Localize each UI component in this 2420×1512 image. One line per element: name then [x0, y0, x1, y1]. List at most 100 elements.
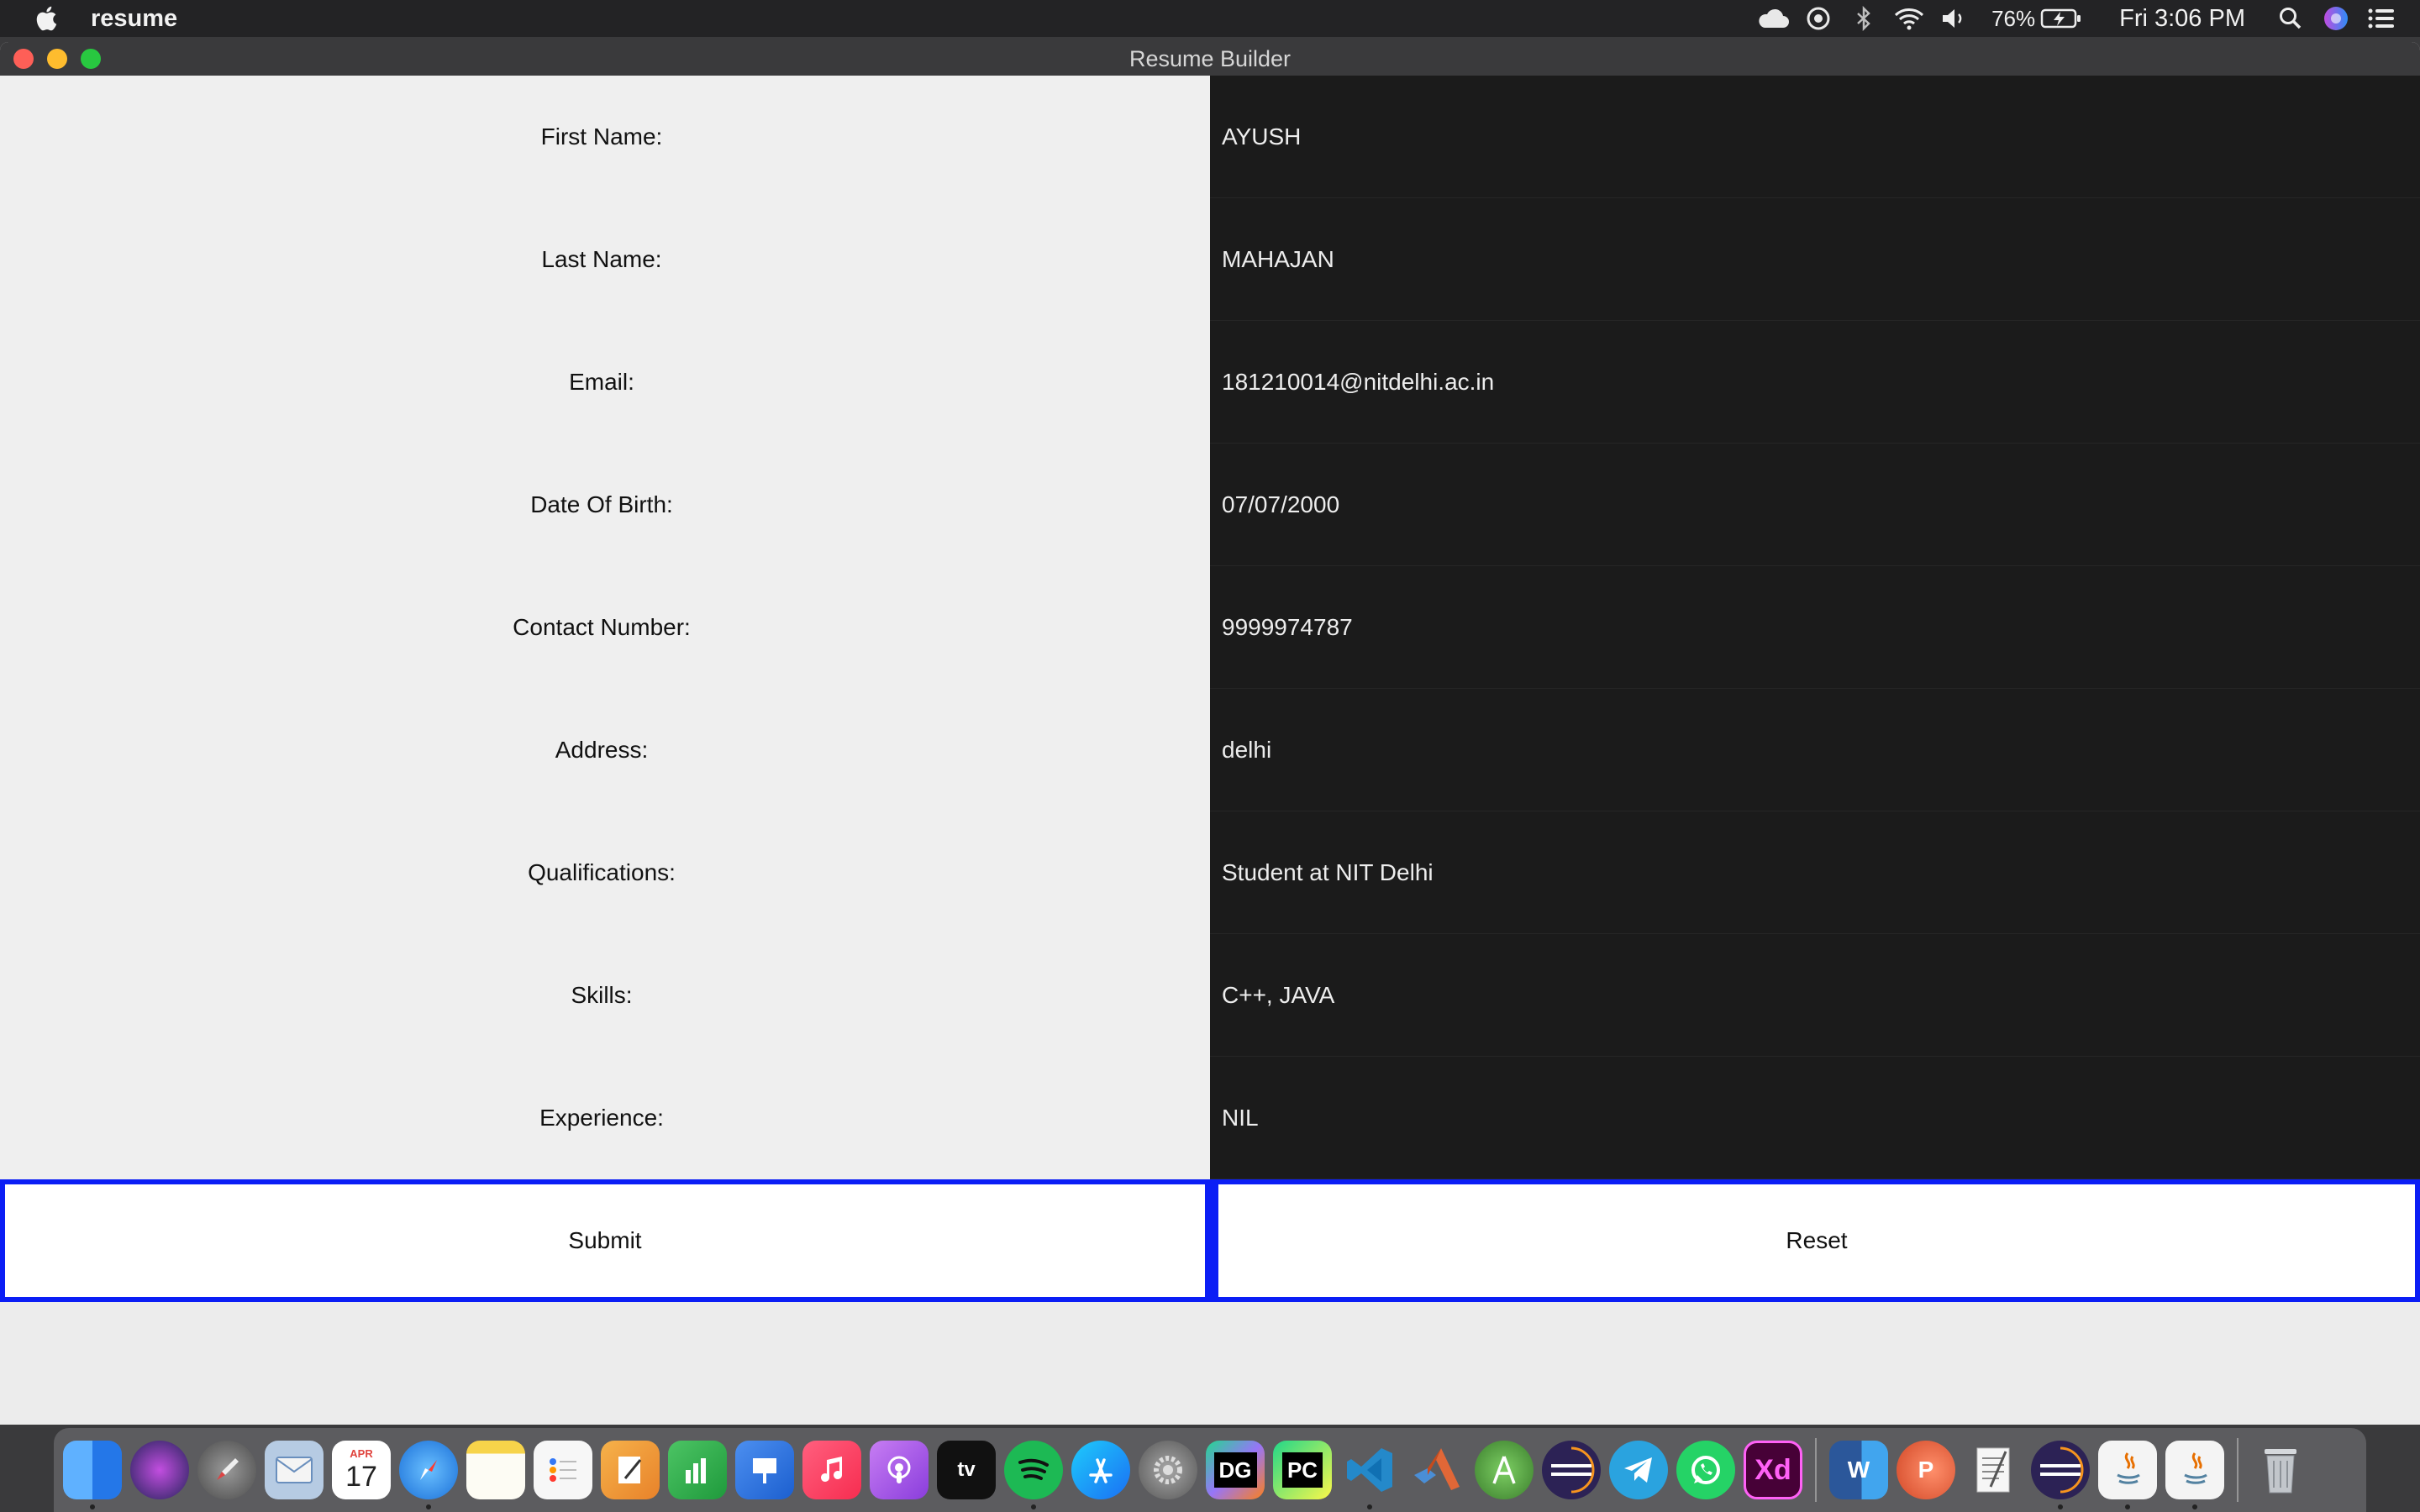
sync-icon[interactable] [1802, 6, 1835, 31]
apple-tv-label: tv [957, 1458, 976, 1481]
menu-clock[interactable]: Fri 3:06 PM [2119, 5, 2245, 33]
launchpad-icon[interactable] [197, 1441, 256, 1499]
apple-tv-icon[interactable]: tv [937, 1441, 996, 1499]
active-app-name[interactable]: resume [91, 5, 177, 33]
submit-button[interactable]: Submit [0, 1179, 1210, 1302]
last-name-field[interactable]: MAHAJAN [1210, 198, 2420, 321]
menu-bar: resume 76% Fri 3:06 PM [0, 0, 2420, 37]
email-field[interactable]: 181210014@nitdelhi.ac.in [1210, 321, 2420, 444]
form-row-experience: Experience: NIL [0, 1057, 2420, 1179]
mail-icon[interactable] [265, 1441, 324, 1499]
finder-icon[interactable] [63, 1441, 122, 1509]
contact-number-field[interactable]: 9999974787 [1210, 566, 2420, 689]
address-label: Address: [555, 737, 649, 763]
whatsapp-icon[interactable] [1676, 1441, 1735, 1499]
minimize-window-button[interactable] [47, 49, 67, 69]
pycharm-icon[interactable]: PC [1273, 1441, 1332, 1499]
close-window-button[interactable] [13, 49, 34, 69]
battery-charging-icon[interactable] [2040, 6, 2082, 31]
datagrip-icon[interactable]: DG [1206, 1441, 1265, 1499]
eclipse-icon-2[interactable] [2031, 1441, 2090, 1509]
cloud-icon[interactable] [1756, 6, 1790, 31]
music-icon[interactable] [802, 1441, 861, 1499]
skills-field[interactable]: C++, JAVA [1210, 934, 2420, 1057]
datagrip-label: DG [1213, 1452, 1257, 1488]
window-title: Resume Builder [1128, 45, 1292, 71]
powerpoint-label: P [1918, 1457, 1934, 1483]
qualifications-field[interactable]: Student at NIT Delhi [1210, 811, 2420, 934]
podcasts-icon[interactable] [870, 1441, 929, 1499]
form-row-qualifications: Qualifications: Student at NIT Delhi [0, 811, 2420, 934]
app-store-icon[interactable] [1071, 1441, 1130, 1499]
bluetooth-icon[interactable] [1847, 6, 1881, 31]
siri-icon[interactable] [2319, 6, 2353, 31]
window-titlebar[interactable]: Resume Builder [0, 42, 2420, 76]
dock: APR 17 tv DG PC Xd W P [54, 1428, 2366, 1512]
first-name-field[interactable]: AYUSH [1210, 76, 2420, 198]
vscode-icon[interactable] [1340, 1441, 1399, 1509]
safari-icon[interactable] [399, 1441, 458, 1509]
powerpoint-icon[interactable]: P [1897, 1441, 1955, 1499]
eclipse-icon[interactable] [1542, 1441, 1601, 1499]
apple-menu-icon[interactable] [34, 4, 62, 33]
last-name-label-cell: Last Name: [0, 198, 1210, 321]
spotify-icon[interactable] [1004, 1441, 1063, 1509]
notification-center-icon[interactable] [2365, 6, 2398, 31]
skills-label: Skills: [571, 982, 633, 1008]
textedit-icon[interactable] [1964, 1441, 2023, 1499]
dock-separator [1815, 1438, 1817, 1502]
dob-label: Date Of Birth: [530, 491, 673, 517]
numbers-icon[interactable] [668, 1441, 727, 1499]
status-area: 76% Fri 3:06 PM [1756, 0, 2420, 37]
siri-app-icon[interactable] [130, 1441, 189, 1499]
form-row-dob: Date Of Birth: 07/07/2000 [0, 444, 2420, 566]
contact-label-cell: Contact Number: [0, 566, 1210, 689]
experience-field[interactable]: NIL [1210, 1057, 2420, 1179]
reminders-icon[interactable] [534, 1441, 592, 1499]
form-row-contact: Contact Number: 9999974787 [0, 566, 2420, 689]
form-row-address: Address: delhi [0, 689, 2420, 811]
pycharm-label: PC [1281, 1452, 1323, 1488]
skills-label-cell: Skills: [0, 934, 1210, 1057]
android-studio-icon[interactable] [1475, 1441, 1534, 1499]
volume-icon[interactable] [1938, 6, 1971, 31]
wifi-icon[interactable] [1892, 6, 1926, 31]
adobe-xd-icon[interactable]: Xd [1744, 1441, 1802, 1499]
form-row-first-name: First Name: AYUSH [0, 76, 2420, 198]
dock-separator-2 [2237, 1438, 2238, 1502]
email-label-cell: Email: [0, 321, 1210, 444]
calendar-icon[interactable]: APR 17 [332, 1441, 391, 1499]
java-icon[interactable] [2098, 1441, 2157, 1509]
battery-percent[interactable]: 76% [1991, 6, 2035, 32]
trash-icon[interactable] [2251, 1441, 2310, 1499]
matlab-icon[interactable] [1407, 1441, 1466, 1499]
dob-field[interactable]: 07/07/2000 [1210, 444, 2420, 566]
resume-builder-window: Resume Builder First Name: AYUSH Last Na… [0, 42, 2420, 1425]
last-name-label: Last Name: [541, 246, 662, 272]
reset-button[interactable]: Reset [1210, 1179, 2420, 1302]
telegram-icon[interactable] [1609, 1441, 1668, 1499]
resume-form: First Name: AYUSH Last Name: MAHAJAN Ema… [0, 76, 2420, 1179]
keynote-icon[interactable] [735, 1441, 794, 1499]
notes-icon[interactable] [466, 1441, 525, 1499]
dob-label-cell: Date Of Birth: [0, 444, 1210, 566]
pages-icon[interactable] [601, 1441, 660, 1499]
address-field[interactable]: delhi [1210, 689, 2420, 811]
form-row-email: Email: 181210014@nitdelhi.ac.in [0, 321, 2420, 444]
system-preferences-icon[interactable] [1139, 1441, 1197, 1499]
email-label: Email: [569, 369, 634, 395]
adobe-xd-label: Xd [1754, 1453, 1791, 1486]
form-row-last-name: Last Name: MAHAJAN [0, 198, 2420, 321]
word-icon[interactable]: W [1829, 1441, 1888, 1499]
qualifications-label: Qualifications: [528, 859, 676, 885]
qualifications-label-cell: Qualifications: [0, 811, 1210, 934]
word-label: W [1847, 1457, 1870, 1483]
experience-label-cell: Experience: [0, 1057, 1210, 1179]
java-icon-2[interactable] [2165, 1441, 2224, 1509]
form-buttons: Submit Reset [0, 1179, 2420, 1302]
experience-label: Experience: [539, 1105, 664, 1131]
address-label-cell: Address: [0, 689, 1210, 811]
contact-number-label: Contact Number: [513, 614, 691, 640]
maximize-window-button[interactable] [81, 49, 101, 69]
spotlight-search-icon[interactable] [2274, 6, 2307, 31]
